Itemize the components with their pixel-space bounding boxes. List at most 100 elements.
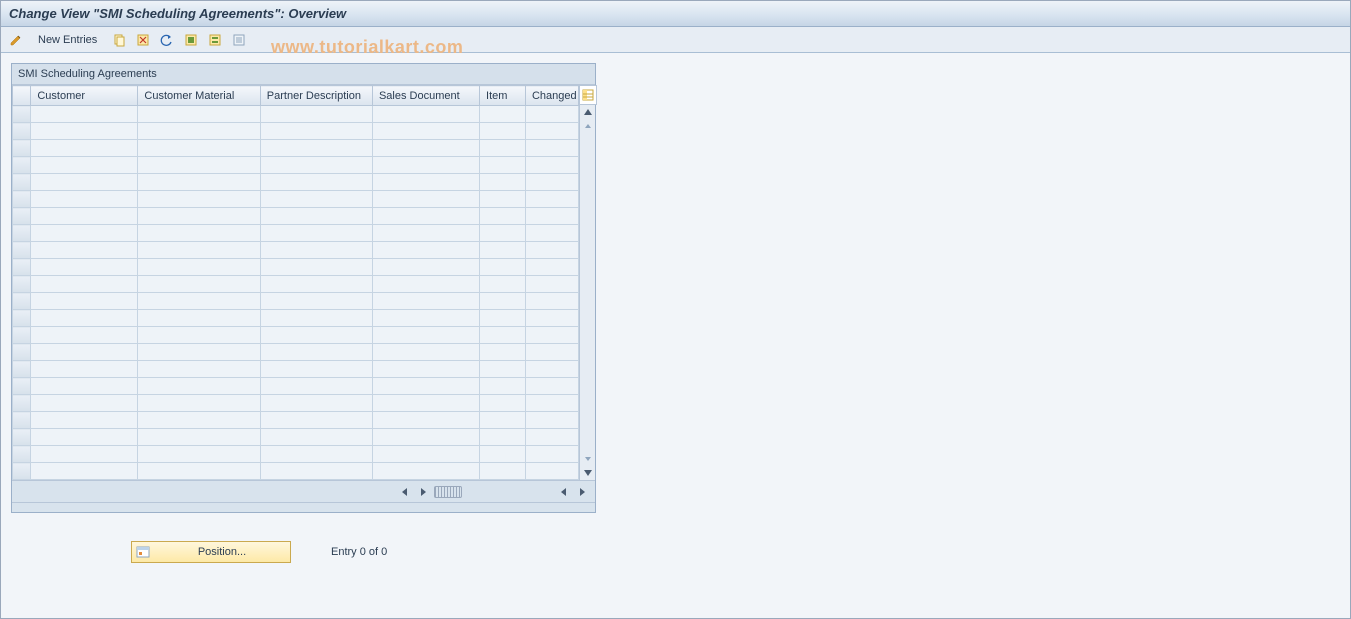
table-row[interactable] xyxy=(13,276,579,293)
table-cell[interactable] xyxy=(480,463,526,480)
row-selector[interactable] xyxy=(13,276,31,293)
table-cell[interactable] xyxy=(525,123,578,140)
scroll-right-icon[interactable] xyxy=(416,485,430,499)
table-cell[interactable] xyxy=(31,157,138,174)
table-cell[interactable] xyxy=(372,157,479,174)
table-cell[interactable] xyxy=(480,225,526,242)
table-cell[interactable] xyxy=(31,208,138,225)
table-cell[interactable] xyxy=(525,429,578,446)
table-cell[interactable] xyxy=(372,174,479,191)
undo-icon[interactable] xyxy=(158,31,176,49)
row-selector[interactable] xyxy=(13,395,31,412)
table-cell[interactable] xyxy=(31,106,138,123)
table-cell[interactable] xyxy=(138,225,260,242)
new-entries-button[interactable]: New Entries xyxy=(31,31,104,49)
table-cell[interactable] xyxy=(525,378,578,395)
table-cell[interactable] xyxy=(480,395,526,412)
row-selector[interactable] xyxy=(13,123,31,140)
table-cell[interactable] xyxy=(525,412,578,429)
table-cell[interactable] xyxy=(31,276,138,293)
select-block-icon[interactable] xyxy=(206,31,224,49)
table-cell[interactable] xyxy=(525,395,578,412)
table-cell[interactable] xyxy=(525,208,578,225)
table-cell[interactable] xyxy=(480,446,526,463)
table-cell[interactable] xyxy=(525,310,578,327)
scroll-up-icon[interactable] xyxy=(581,105,595,119)
table-cell[interactable] xyxy=(138,106,260,123)
row-selector[interactable] xyxy=(13,208,31,225)
data-grid[interactable]: Customer Customer Material Partner Descr… xyxy=(12,85,579,480)
table-cell[interactable] xyxy=(260,361,372,378)
table-cell[interactable] xyxy=(525,361,578,378)
row-selector[interactable] xyxy=(13,293,31,310)
table-cell[interactable] xyxy=(31,225,138,242)
row-selector[interactable] xyxy=(13,378,31,395)
table-cell[interactable] xyxy=(138,429,260,446)
table-row[interactable] xyxy=(13,378,579,395)
table-cell[interactable] xyxy=(31,361,138,378)
table-cell[interactable] xyxy=(260,208,372,225)
table-cell[interactable] xyxy=(138,191,260,208)
row-selector[interactable] xyxy=(13,446,31,463)
table-cell[interactable] xyxy=(525,327,578,344)
table-cell[interactable] xyxy=(138,446,260,463)
row-selector[interactable] xyxy=(13,259,31,276)
table-cell[interactable] xyxy=(138,293,260,310)
scroll-thumb[interactable] xyxy=(434,486,462,498)
table-cell[interactable] xyxy=(31,344,138,361)
table-cell[interactable] xyxy=(260,463,372,480)
table-cell[interactable] xyxy=(372,327,479,344)
col-item[interactable]: Item xyxy=(480,86,526,106)
table-cell[interactable] xyxy=(31,191,138,208)
table-cell[interactable] xyxy=(525,344,578,361)
table-cell[interactable] xyxy=(260,140,372,157)
table-cell[interactable] xyxy=(480,157,526,174)
table-cell[interactable] xyxy=(260,310,372,327)
row-selector[interactable] xyxy=(13,361,31,378)
table-cell[interactable] xyxy=(525,157,578,174)
table-cell[interactable] xyxy=(138,361,260,378)
row-selector[interactable] xyxy=(13,174,31,191)
row-selector[interactable] xyxy=(13,429,31,446)
row-selector[interactable] xyxy=(13,463,31,480)
table-cell[interactable] xyxy=(480,208,526,225)
scroll-left-end-icon[interactable] xyxy=(557,485,571,499)
table-cell[interactable] xyxy=(138,276,260,293)
table-cell[interactable] xyxy=(138,463,260,480)
table-cell[interactable] xyxy=(138,327,260,344)
table-cell[interactable] xyxy=(525,174,578,191)
table-cell[interactable] xyxy=(260,123,372,140)
table-row[interactable] xyxy=(13,208,579,225)
row-selector[interactable] xyxy=(13,157,31,174)
table-row[interactable] xyxy=(13,429,579,446)
row-selector[interactable] xyxy=(13,412,31,429)
table-cell[interactable] xyxy=(31,446,138,463)
table-cell[interactable] xyxy=(31,327,138,344)
table-cell[interactable] xyxy=(31,293,138,310)
col-partner-description[interactable]: Partner Description xyxy=(260,86,372,106)
col-sales-document[interactable]: Sales Document xyxy=(372,86,479,106)
table-cell[interactable] xyxy=(260,157,372,174)
table-cell[interactable] xyxy=(372,378,479,395)
deselect-all-icon[interactable] xyxy=(230,31,248,49)
table-cell[interactable] xyxy=(138,140,260,157)
table-row[interactable] xyxy=(13,310,579,327)
table-cell[interactable] xyxy=(260,344,372,361)
table-cell[interactable] xyxy=(260,259,372,276)
table-cell[interactable] xyxy=(372,463,479,480)
table-cell[interactable] xyxy=(372,123,479,140)
table-row[interactable] xyxy=(13,225,579,242)
table-cell[interactable] xyxy=(31,412,138,429)
table-row[interactable] xyxy=(13,293,579,310)
table-cell[interactable] xyxy=(260,225,372,242)
table-cell[interactable] xyxy=(260,276,372,293)
table-cell[interactable] xyxy=(138,310,260,327)
table-row[interactable] xyxy=(13,140,579,157)
row-selector[interactable] xyxy=(13,242,31,259)
horizontal-scrollbar[interactable] xyxy=(12,480,595,502)
table-cell[interactable] xyxy=(480,429,526,446)
table-cell[interactable] xyxy=(260,412,372,429)
table-row[interactable] xyxy=(13,157,579,174)
table-cell[interactable] xyxy=(525,140,578,157)
table-cell[interactable] xyxy=(372,259,479,276)
